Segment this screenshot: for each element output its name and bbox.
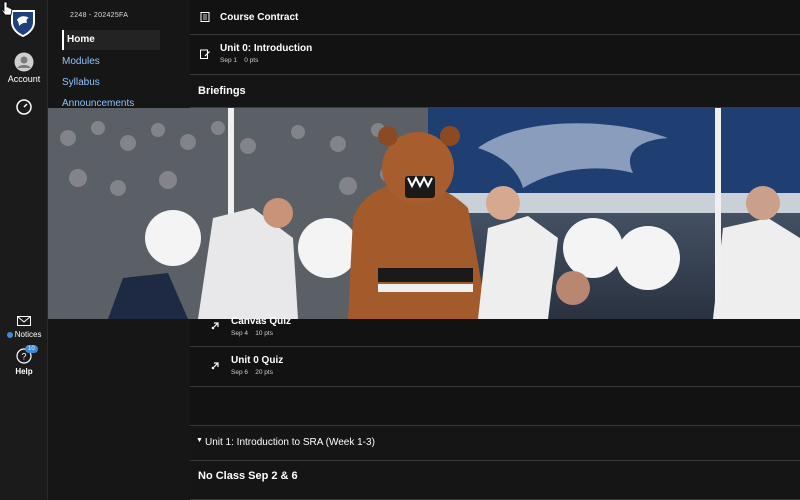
help-label: Help bbox=[15, 367, 33, 376]
quiz-rocket-icon bbox=[211, 322, 219, 330]
assignment-edit-icon bbox=[200, 49, 210, 59]
module-header-title: Unit 1: Introduction to SRA (Week 1-3) bbox=[205, 437, 375, 448]
module-item-unit0-intro[interactable]: Unit 0: Introduction Sep 1 0 pts bbox=[190, 35, 800, 75]
module-header-title: No Class Sep 2 & 6 bbox=[198, 470, 298, 482]
university-shield-logo[interactable] bbox=[9, 8, 37, 38]
module-item-unit0-quiz[interactable]: Unit 0 Quiz Sep 6 20 pts bbox=[190, 347, 800, 387]
due-date: Sep 1 bbox=[220, 57, 237, 64]
svg-text:?: ? bbox=[21, 352, 26, 362]
account-label: Account bbox=[7, 74, 41, 84]
help-nav[interactable]: ? 10 Help bbox=[0, 345, 48, 376]
course-banner-image bbox=[48, 108, 800, 319]
notices-dot-icon bbox=[6, 331, 13, 338]
module-header-title: Briefings bbox=[198, 85, 246, 97]
due-date: Sep 4 bbox=[231, 330, 248, 337]
account-avatar-icon bbox=[14, 52, 34, 72]
course-term: 2248 - 202425FA bbox=[70, 12, 129, 19]
module-item-title[interactable]: Course Contract bbox=[220, 12, 298, 23]
module-item-title[interactable]: Canvas Quiz bbox=[231, 316, 291, 327]
nav-item-modules[interactable]: Modules bbox=[62, 56, 100, 67]
account-nav[interactable]: Account bbox=[0, 52, 48, 84]
stadium-crowd-photo bbox=[48, 108, 800, 319]
notices-label: Notices bbox=[14, 330, 42, 339]
nav-item-home[interactable]: Home bbox=[62, 30, 160, 50]
global-nav-rail: Account Notices ? 10 Help bbox=[0, 0, 48, 500]
page-document-icon bbox=[200, 12, 210, 22]
points: 10 pts bbox=[255, 330, 273, 337]
envelope-icon bbox=[17, 316, 31, 326]
nav-item-syllabus[interactable]: Syllabus bbox=[62, 77, 100, 88]
hand-cursor-icon bbox=[1, 1, 13, 16]
quiz-rocket-icon bbox=[211, 362, 219, 370]
module-item-canvas-quiz[interactable]: Canvas Quiz Sep 4 10 pts bbox=[190, 316, 800, 347]
module-item-title[interactable]: Unit 0 Quiz bbox=[231, 355, 283, 366]
module-item-course-contract[interactable]: Course Contract bbox=[190, 0, 800, 35]
module-item-title[interactable]: Unit 0: Introduction bbox=[220, 43, 312, 54]
module-header-briefings[interactable]: Briefings bbox=[190, 75, 800, 108]
dashboard-gauge-icon bbox=[16, 99, 32, 115]
points: 0 pts bbox=[244, 57, 259, 64]
module-header-unit1[interactable]: ▼ Unit 1: Introduction to SRA (Week 1-3) bbox=[190, 425, 800, 461]
module-header-no-class[interactable]: No Class Sep 2 & 6 bbox=[190, 461, 800, 500]
notices-nav[interactable]: Notices bbox=[0, 316, 48, 339]
collapse-caret-icon[interactable]: ▼ bbox=[196, 437, 203, 444]
due-date: Sep 6 bbox=[231, 369, 248, 376]
points: 20 pts bbox=[255, 369, 273, 376]
dashboard-nav[interactable] bbox=[0, 95, 48, 117]
help-badge: 10 bbox=[25, 345, 38, 353]
